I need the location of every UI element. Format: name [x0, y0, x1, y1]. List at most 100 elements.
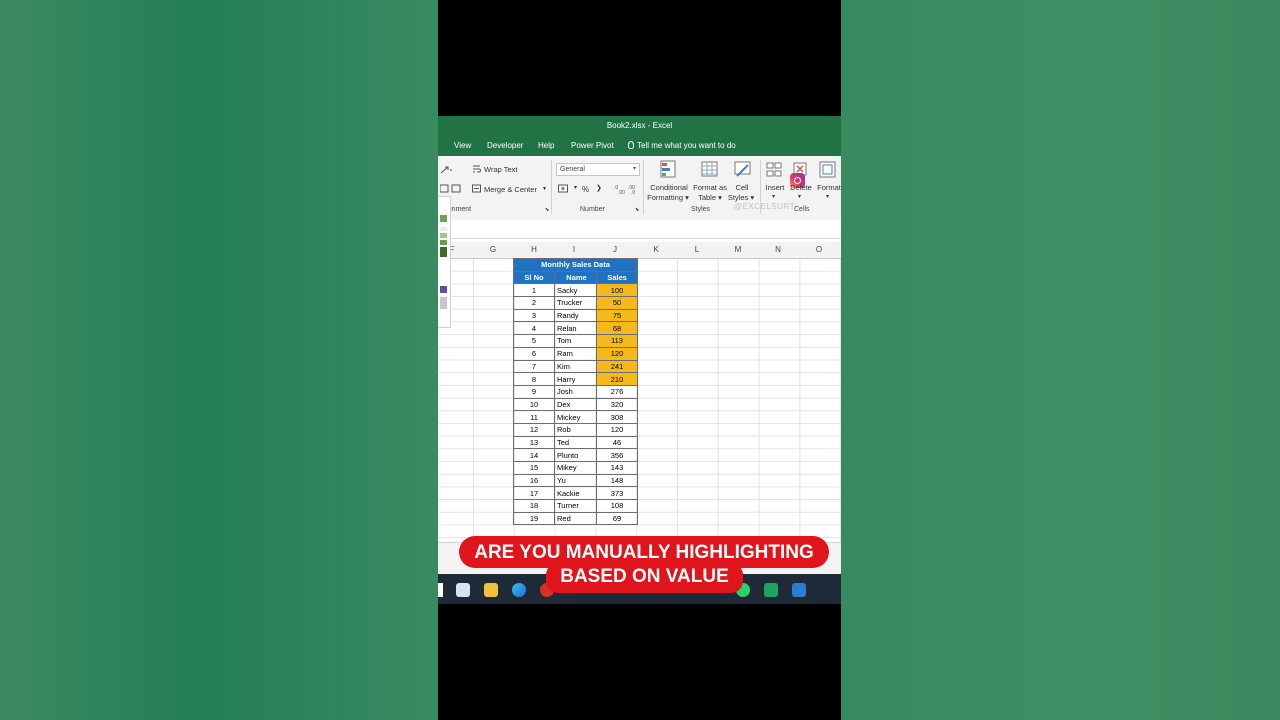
cell-sales[interactable]: 241 [596, 359, 638, 374]
column-header-o[interactable]: O [799, 245, 839, 254]
column-header-g[interactable]: G [473, 245, 513, 254]
column-header-l[interactable]: L [677, 245, 717, 254]
number-launcher-icon[interactable]: ⬊ [635, 207, 639, 213]
format-button[interactable]: Format [814, 183, 841, 192]
cell-styles-button[interactable]: Styles ▾ [726, 193, 756, 202]
format-as-table-label-1[interactable]: Format as [691, 183, 729, 192]
cell-sl-no[interactable]: 12 [513, 422, 555, 437]
conditional-formatting-label-1[interactable]: Conditional [647, 183, 691, 192]
delete-dropdown-icon[interactable]: ▾ [798, 193, 801, 200]
cell-name[interactable]: Randy [554, 308, 597, 323]
wrap-text-button[interactable]: Wrap Text [484, 165, 518, 174]
merge-center-button[interactable]: Merge & Center [484, 185, 537, 194]
color-swatch[interactable] [440, 240, 447, 245]
column-header-k[interactable]: K [636, 245, 676, 254]
cell-sl-no[interactable]: 7 [513, 359, 555, 374]
cell-sales[interactable]: 276 [596, 384, 638, 399]
formula-bar[interactable] [438, 220, 841, 239]
worksheet-grid[interactable]: F G H I J K L M N O [438, 242, 841, 542]
cell-sl-no[interactable]: 17 [513, 486, 555, 501]
cell-styles-label-1[interactable]: Cell [730, 183, 754, 192]
tab-help[interactable]: Help [538, 141, 554, 150]
cell-sl-no[interactable]: 13 [513, 435, 555, 450]
cell-sales[interactable]: 50 [596, 296, 638, 310]
cell-sl-no[interactable]: 3 [513, 308, 555, 323]
cell-name[interactable]: Josh [554, 384, 597, 399]
accounting-format-icon[interactable] [558, 184, 572, 194]
tell-me-search[interactable]: Tell me what you want to do [628, 141, 736, 150]
orientation-icon[interactable] [440, 165, 454, 175]
cell-sales[interactable]: 69 [596, 511, 638, 526]
cell-sales[interactable]: 320 [596, 397, 638, 412]
merge-dropdown-icon[interactable]: ▾ [543, 185, 546, 192]
cell-sales[interactable]: 75 [596, 308, 638, 323]
cell-name[interactable]: Kackie [554, 486, 597, 501]
cell-name[interactable]: Harry [554, 372, 597, 386]
number-format-select[interactable]: General ▾ [556, 163, 640, 176]
indent-icon[interactable] [440, 184, 462, 193]
cell-sl-no[interactable]: 4 [513, 321, 555, 336]
cell-name[interactable]: Trucker [554, 296, 597, 310]
header-name[interactable]: Name [554, 270, 597, 285]
tab-developer[interactable]: Developer [487, 141, 523, 150]
cell-sl-no[interactable]: 9 [513, 384, 555, 399]
header-sales[interactable]: Sales [596, 270, 638, 285]
cell-sl-no[interactable]: 18 [513, 499, 555, 513]
cell-name[interactable]: Mikey [554, 461, 597, 475]
cell-name[interactable]: Rob [554, 422, 597, 437]
format-as-table-button[interactable]: Table ▾ [691, 193, 729, 202]
cell-name[interactable]: Turner [554, 499, 597, 513]
cell-sales[interactable]: 356 [596, 448, 638, 462]
cell-name[interactable]: Mickey [554, 410, 597, 424]
alignment-launcher-icon[interactable]: ⬊ [545, 207, 549, 213]
tab-power-pivot[interactable]: Power Pivot [571, 141, 614, 150]
color-swatch[interactable] [440, 215, 447, 222]
header-sl-no[interactable]: Sl No [513, 270, 555, 285]
cell-sl-no[interactable]: 2 [513, 296, 555, 310]
insert-button[interactable]: Insert [762, 183, 788, 192]
cell-name[interactable]: Ted [554, 435, 597, 450]
cell-name[interactable]: Dex [554, 397, 597, 412]
cell-sales[interactable]: 143 [596, 461, 638, 475]
cell-sl-no[interactable]: 1 [513, 283, 555, 298]
column-header-j[interactable]: J [595, 245, 635, 254]
cell-sales[interactable]: 108 [596, 499, 638, 513]
cell-name[interactable]: Yu [554, 473, 597, 488]
cell-sales[interactable]: 120 [596, 422, 638, 437]
cell-sales[interactable]: 210 [596, 372, 638, 386]
cell-sales[interactable]: 120 [596, 346, 638, 361]
column-header-h[interactable]: H [514, 245, 554, 254]
color-swatch[interactable] [440, 227, 447, 231]
color-swatch[interactable] [440, 297, 447, 309]
column-header-m[interactable]: M [718, 245, 758, 254]
cell-sales[interactable]: 148 [596, 473, 638, 488]
tab-view[interactable]: View [454, 141, 471, 150]
insert-dropdown-icon[interactable]: ▾ [772, 193, 775, 200]
cell-sl-no[interactable]: 10 [513, 397, 555, 412]
color-swatch[interactable] [440, 233, 447, 238]
cell-sales[interactable]: 113 [596, 334, 638, 348]
cell-sl-no[interactable]: 11 [513, 410, 555, 424]
cell-sales[interactable]: 100 [596, 283, 638, 298]
cell-name[interactable]: Plunto [554, 448, 597, 462]
cell-sales[interactable]: 68 [596, 321, 638, 336]
cell-name[interactable]: Red [554, 511, 597, 526]
cell-sl-no[interactable]: 15 [513, 461, 555, 475]
format-dropdown-icon[interactable]: ▾ [826, 193, 829, 200]
color-swatch[interactable] [440, 247, 447, 257]
cell-sl-no[interactable]: 8 [513, 372, 555, 386]
conditional-formatting-button[interactable]: Formatting ▾ [645, 193, 691, 202]
cell-sl-no[interactable]: 6 [513, 346, 555, 361]
column-header-n[interactable]: N [758, 245, 798, 254]
cell-sales[interactable]: 46 [596, 435, 638, 450]
cell-sl-no[interactable]: 14 [513, 448, 555, 462]
cell-name[interactable]: Sacky [554, 283, 597, 298]
cell-sl-no[interactable]: 16 [513, 473, 555, 488]
table-title[interactable]: Monthly Sales Data [513, 258, 638, 272]
increase-decimal-icon[interactable]: .0.00 [614, 184, 626, 194]
comma-style-icon[interactable]: ❯ [596, 184, 602, 192]
color-swatch[interactable] [440, 286, 447, 293]
cell-name[interactable]: Kim [554, 359, 597, 374]
percent-style-button[interactable]: % [582, 185, 589, 194]
cell-sl-no[interactable]: 19 [513, 511, 555, 526]
